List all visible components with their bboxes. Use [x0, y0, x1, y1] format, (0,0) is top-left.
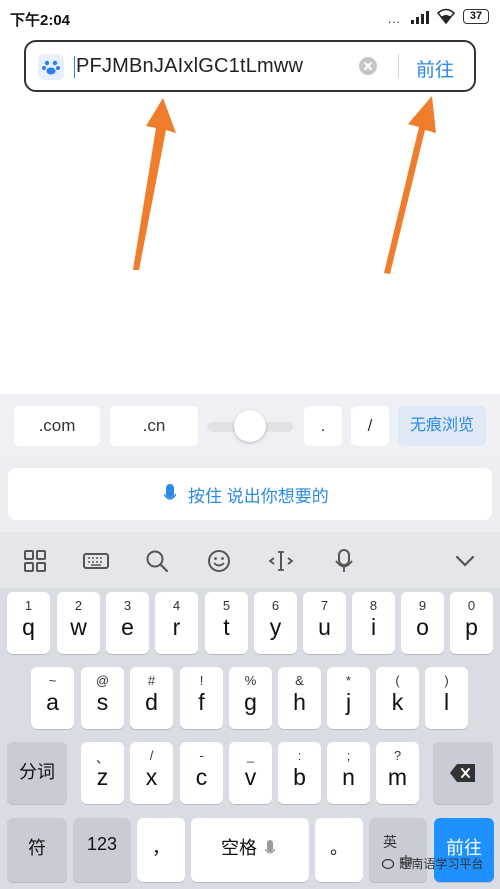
key-x[interactable]: / x: [130, 742, 173, 804]
key-m[interactable]: ? m: [376, 742, 419, 804]
watermark: 越南语学习平台: [381, 855, 484, 872]
divider: [398, 54, 399, 78]
go-button[interactable]: 前往: [416, 55, 454, 82]
collapse-keyboard-icon[interactable]: [450, 546, 480, 576]
arrow-left: [133, 98, 176, 270]
comma-key[interactable]: ，: [137, 818, 185, 882]
key-s[interactable]: @ s: [81, 667, 124, 729]
dotcom-button[interactable]: .com: [14, 406, 100, 446]
key-c[interactable]: -c: [180, 742, 223, 804]
key-v[interactable]: _ v: [229, 742, 272, 804]
key-e[interactable]: 3e: [106, 592, 149, 654]
cursor-move-icon[interactable]: [266, 546, 296, 576]
microphone-icon: [164, 484, 176, 500]
watermark-text: 越南语学习平台: [399, 857, 484, 871]
status-bar: 下午2:04 ... 37: [0, 0, 500, 36]
key-z[interactable]: 、 z: [81, 742, 124, 804]
key-y[interactable]: 6y: [254, 592, 297, 654]
incognito-button[interactable]: 无痕浏览: [398, 406, 486, 446]
clear-icon[interactable]: [359, 57, 377, 75]
key-u[interactable]: 7u: [303, 592, 346, 654]
key-n[interactable]: ; n: [327, 742, 370, 804]
cursor-slider-knob[interactable]: [234, 410, 266, 442]
key-r[interactable]: 4r: [155, 592, 198, 654]
space-mic-icon: [265, 840, 275, 854]
slash-button[interactable]: /: [351, 406, 389, 446]
search-icon[interactable]: [142, 546, 172, 576]
notification-dots: ...: [388, 12, 402, 26]
voice-hint: 按住 说出你想要的: [188, 487, 329, 506]
key-p[interactable]: 0p: [450, 592, 493, 654]
key-b[interactable]: :b: [278, 742, 321, 804]
text-cursor: [74, 56, 75, 78]
key-h[interactable]: & h: [278, 667, 321, 729]
segment-key[interactable]: 分词: [7, 742, 67, 804]
key-j[interactable]: * j: [327, 667, 370, 729]
key-w[interactable]: 2w: [57, 592, 100, 654]
symbol-key[interactable]: 符: [7, 818, 67, 882]
key-t[interactable]: 5t: [205, 592, 248, 654]
signal-icon: [411, 11, 429, 24]
wechat-icon: [381, 858, 395, 869]
language-switch-key[interactable]: 英 中: [369, 818, 427, 882]
key-l[interactable]: ) l: [425, 667, 468, 729]
key-k[interactable]: (k: [376, 667, 419, 729]
key-a[interactable]: ~ a: [31, 667, 74, 729]
arrow-right: [384, 96, 436, 274]
space-key[interactable]: 空格: [191, 818, 309, 882]
key-d[interactable]: # d: [130, 667, 173, 729]
address-bar[interactable]: PFJMBnJAIxlGC1tLmww 前往: [24, 40, 476, 92]
voice-input-bar[interactable]: 按住 说出你想要的: [8, 468, 492, 520]
url-input[interactable]: PFJMBnJAIxlGC1tLmww: [76, 55, 303, 78]
key-g[interactable]: % g: [229, 667, 272, 729]
dot-button[interactable]: .: [304, 406, 342, 446]
paw-icon: [38, 54, 64, 80]
dotcn-button[interactable]: .cn: [110, 406, 198, 446]
battery-indicator: 37: [463, 9, 489, 24]
backspace-icon: [450, 764, 475, 782]
keyboard-toolbar: [0, 532, 500, 588]
key-o[interactable]: 9o: [401, 592, 444, 654]
emoji-icon[interactable]: [204, 546, 234, 576]
number-key[interactable]: 123: [73, 818, 131, 882]
grid-icon[interactable]: [20, 546, 50, 576]
period-key[interactable]: 。: [315, 818, 363, 882]
status-time: 下午2:04: [10, 12, 71, 29]
go-key[interactable]: 前往: [434, 818, 494, 882]
keyboard-icon[interactable]: [81, 546, 111, 576]
backspace-key[interactable]: [433, 742, 493, 804]
voice-icon[interactable]: [329, 546, 359, 576]
key-f[interactable]: ! f: [180, 667, 223, 729]
key-q[interactable]: 1q: [7, 592, 50, 654]
key-i[interactable]: 8i: [352, 592, 395, 654]
wifi-icon: [436, 8, 456, 24]
